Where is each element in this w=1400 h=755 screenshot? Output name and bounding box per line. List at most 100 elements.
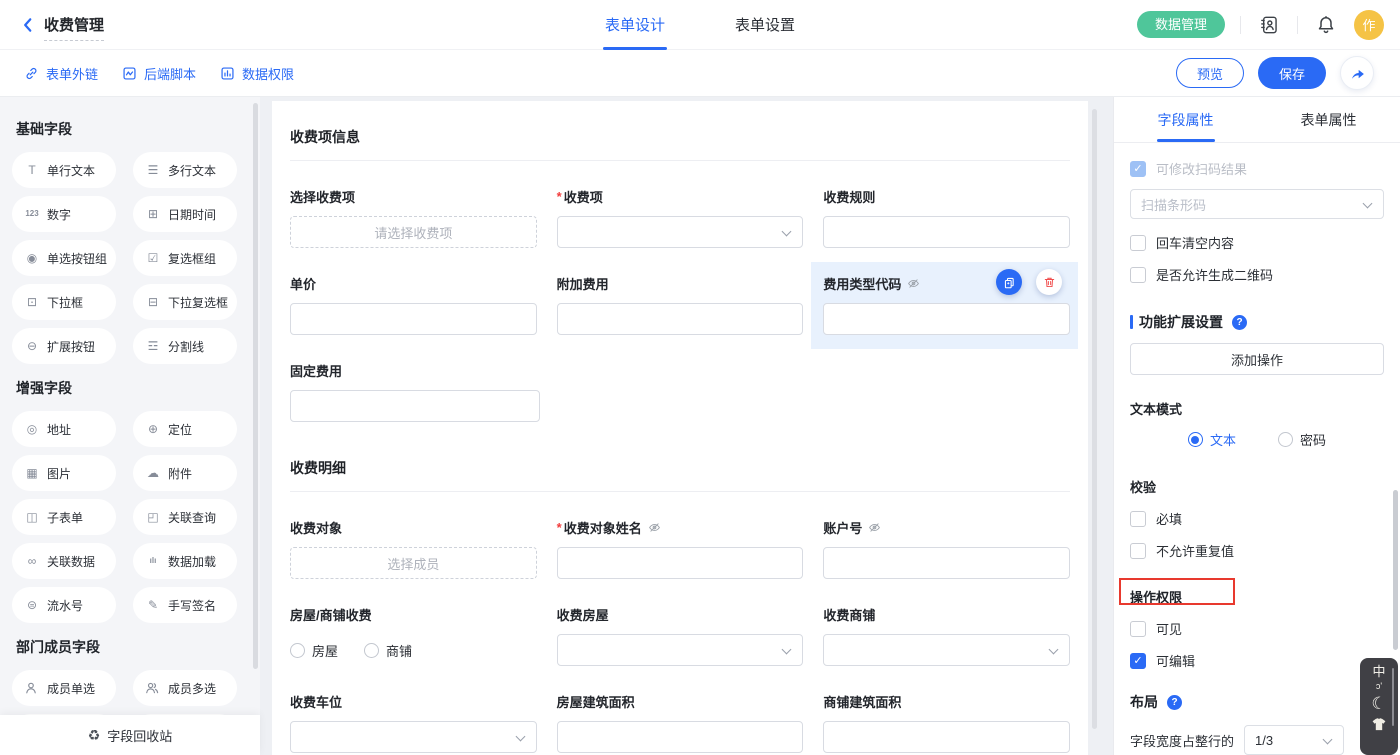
contacts-icon[interactable] — [1256, 12, 1282, 38]
sidebar-item[interactable]: ☰多行文本 — [133, 152, 237, 188]
sidebar-item[interactable]: ☲分割线 — [133, 328, 237, 364]
help-icon[interactable]: ? — [1232, 315, 1247, 330]
tab-field-properties[interactable]: 字段属性 — [1114, 97, 1257, 142]
radio-password[interactable]: 密码 — [1278, 430, 1326, 449]
form-field[interactable]: 收费车位 — [290, 692, 537, 753]
sidebar-item[interactable]: ılı数据加载 — [133, 543, 237, 579]
form-external-link[interactable]: 表单外链 — [24, 64, 98, 83]
field-placeholder-input[interactable]: 请选择收费项 — [290, 216, 537, 248]
save-button[interactable]: 保存 — [1258, 57, 1326, 89]
field-input[interactable] — [557, 721, 804, 753]
sidebar-item[interactable]: ☁附件 — [133, 455, 237, 491]
sidebar-item[interactable]: 成员多选 — [133, 670, 237, 706]
radio-option[interactable]: 商铺 — [364, 641, 412, 660]
bell-icon[interactable] — [1313, 12, 1339, 38]
form-field[interactable]: 固定费用 — [290, 361, 540, 422]
sidebar-item[interactable]: ⊜流水号 — [12, 587, 116, 623]
tab-form-design[interactable]: 表单设计 — [605, 0, 665, 50]
sidebar-item[interactable]: ⊞日期时间 — [133, 196, 237, 232]
form-field[interactable]: 收费商铺 — [823, 605, 1070, 666]
sidebar-item[interactable]: ∞关联数据 — [12, 543, 116, 579]
help-icon[interactable]: ? — [1167, 695, 1182, 710]
radio-text[interactable]: 文本 — [1188, 430, 1236, 449]
sidebar-item[interactable]: ▦图片 — [12, 455, 116, 491]
field-select[interactable] — [557, 634, 804, 666]
field-input[interactable] — [823, 721, 1070, 753]
data-permission-link[interactable]: 数据权限 — [220, 64, 294, 83]
night-mode-icon[interactable]: ☾ — [1371, 695, 1386, 714]
sidebar-item[interactable]: ⊖扩展按钮 — [12, 328, 116, 364]
add-operation-button[interactable]: 添加操作 — [1130, 343, 1384, 375]
field-select[interactable] — [557, 216, 804, 248]
tab-form-settings[interactable]: 表单设置 — [735, 0, 795, 50]
form-field[interactable]: 商铺建筑面积 — [823, 692, 1070, 753]
field-input[interactable] — [557, 547, 804, 579]
delete-field-button[interactable] — [1036, 269, 1062, 295]
data-load-icon: ılı — [145, 557, 161, 565]
sidebar-item[interactable]: 123数字 — [12, 196, 116, 232]
sidebar-item[interactable]: 成员单选 — [12, 670, 116, 706]
sidebar-scrollbar[interactable] — [253, 103, 258, 669]
checkbox-allow-qrcode[interactable] — [1130, 267, 1146, 283]
panel-scrollbar[interactable] — [1393, 490, 1398, 650]
properties-panel: 字段属性 表单属性 可修改扫码结果 扫描条形码 回车清空内容 是否允许生成二维码… — [1113, 97, 1400, 755]
avatar[interactable]: 作 — [1354, 10, 1384, 40]
form-field[interactable]: 附加费用 — [557, 274, 804, 335]
form-field[interactable]: *收费对象姓名 — [557, 518, 804, 579]
canvas-scrollbar[interactable] — [1092, 109, 1097, 729]
field-select[interactable] — [823, 634, 1070, 666]
backend-script-link[interactable]: 后端脚本 — [122, 64, 196, 83]
form-field[interactable]: 单价 — [290, 274, 537, 335]
theme-shirt-icon[interactable] — [1371, 717, 1387, 732]
checkbox-modifiable-scan-result[interactable] — [1130, 161, 1146, 177]
sidebar-item[interactable]: ◰关联查询 — [133, 499, 237, 535]
checkbox-editable[interactable] — [1130, 653, 1146, 669]
copy-field-button[interactable] — [996, 269, 1022, 295]
field-placeholder-input[interactable]: 选择成员 — [290, 547, 537, 579]
checkbox-visible[interactable] — [1130, 621, 1146, 637]
sidebar-item-label: 关联查询 — [168, 509, 216, 526]
field-width-select[interactable]: 1/3 — [1244, 725, 1344, 755]
checkbox-required[interactable] — [1130, 511, 1146, 527]
sidebar-item[interactable]: ⊡下拉框 — [12, 284, 116, 320]
field-input[interactable] — [557, 303, 804, 335]
form-field[interactable]: 费用类型代码 — [823, 274, 1070, 335]
radio-option[interactable]: 房屋 — [290, 641, 338, 660]
field-select[interactable] — [290, 721, 537, 753]
sidebar-item[interactable]: ☑复选框组 — [133, 240, 237, 276]
field-recycle-bin[interactable]: ♻ 字段回收站 — [0, 715, 260, 755]
form-field[interactable]: 房屋建筑面积 — [557, 692, 804, 753]
form-field[interactable]: 选择收费项请选择收费项 — [290, 187, 537, 248]
form-field[interactable]: 房屋/商铺收费房屋商铺 — [290, 605, 537, 666]
form-field[interactable]: 账户号 — [823, 518, 1070, 579]
sidebar-item[interactable]: ◉单选按钮组 — [12, 240, 116, 276]
sidebar-item[interactable]: ⊕定位 — [133, 411, 237, 447]
tab-form-properties[interactable]: 表单属性 — [1257, 97, 1400, 142]
lang-zh-icon[interactable]: 中 — [1372, 665, 1385, 679]
sidebar-item[interactable]: ✎手写签名 — [133, 587, 237, 623]
preview-button[interactable]: 预览 — [1176, 58, 1244, 88]
form-field[interactable]: 收费房屋 — [557, 605, 804, 666]
scan-type-select[interactable]: 扫描条形码 — [1130, 189, 1384, 219]
section-divider — [290, 491, 1070, 492]
share-button[interactable] — [1340, 56, 1374, 90]
checkbox-enter-clear[interactable] — [1130, 235, 1146, 251]
field-input[interactable] — [823, 216, 1070, 248]
sidebar-item[interactable]: ⊟下拉复选框 — [133, 284, 237, 320]
back-icon[interactable] — [16, 13, 40, 37]
field-input[interactable] — [823, 547, 1070, 579]
sidebar-item[interactable]: ◎地址 — [12, 411, 116, 447]
sidebar-field-list: 基础字段T单行文本☰多行文本123数字⊞日期时间◉单选按钮组☑复选框组⊡下拉框⊟… — [0, 97, 260, 750]
data-manage-button[interactable]: 数据管理 — [1137, 11, 1225, 38]
audio-icon[interactable]: ɔ' — [1376, 682, 1382, 692]
field-input[interactable] — [823, 303, 1070, 335]
field-input[interactable] — [290, 303, 537, 335]
form-field[interactable]: *收费项 — [557, 187, 804, 248]
link-icon — [24, 66, 39, 81]
field-input[interactable] — [290, 390, 540, 422]
sidebar-item[interactable]: T单行文本 — [12, 152, 116, 188]
form-field[interactable]: 收费规则 — [823, 187, 1070, 248]
checkbox-no-duplicate[interactable] — [1130, 543, 1146, 559]
form-field[interactable]: 收费对象选择成员 — [290, 518, 537, 579]
sidebar-item[interactable]: ◫子表单 — [12, 499, 116, 535]
